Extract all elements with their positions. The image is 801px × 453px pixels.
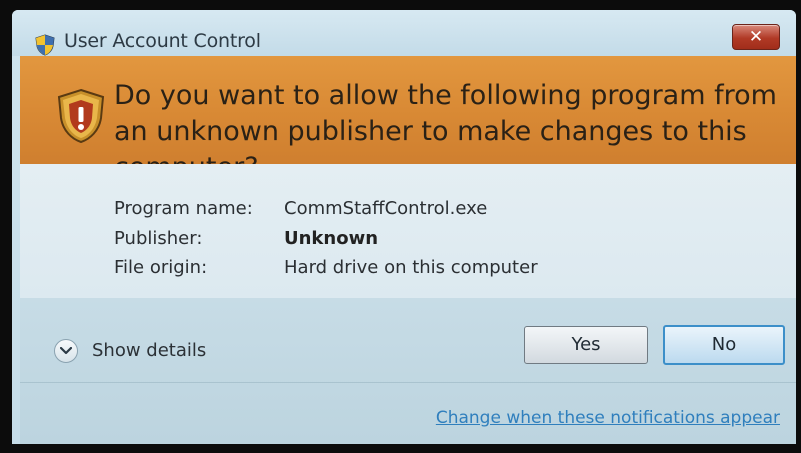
yes-button[interactable]: Yes (524, 326, 648, 364)
title-bar[interactable]: User Account Control ✕ (12, 10, 796, 56)
warning-shield-icon (56, 88, 106, 144)
warning-banner: Do you want to allow the following progr… (20, 56, 796, 183)
chevron-down-icon[interactable] (54, 339, 78, 363)
close-button[interactable]: ✕ (732, 24, 780, 50)
uac-shield-icon (34, 34, 56, 56)
program-details: Program name: CommStaffControl.exe Publi… (20, 164, 796, 298)
change-notifications-link[interactable]: Change when these notifications appear (436, 408, 780, 428)
uac-dialog: User Account Control ✕ Do you want to al… (12, 10, 796, 444)
program-name-label: Program name: (114, 198, 253, 219)
program-name-value: CommStaffControl.exe (284, 198, 488, 219)
dialog-footer: Show details Yes No Change when these no… (20, 298, 796, 444)
publisher-value: Unknown (284, 228, 379, 249)
file-origin-value: Hard drive on this computer (284, 257, 538, 278)
close-icon: ✕ (748, 27, 764, 47)
publisher-label: Publisher: (114, 228, 203, 249)
footer-divider (20, 382, 796, 383)
window-title: User Account Control (64, 30, 261, 52)
file-origin-label: File origin: (114, 257, 208, 278)
no-button[interactable]: No (663, 325, 785, 365)
show-details-label[interactable]: Show details (92, 340, 206, 361)
